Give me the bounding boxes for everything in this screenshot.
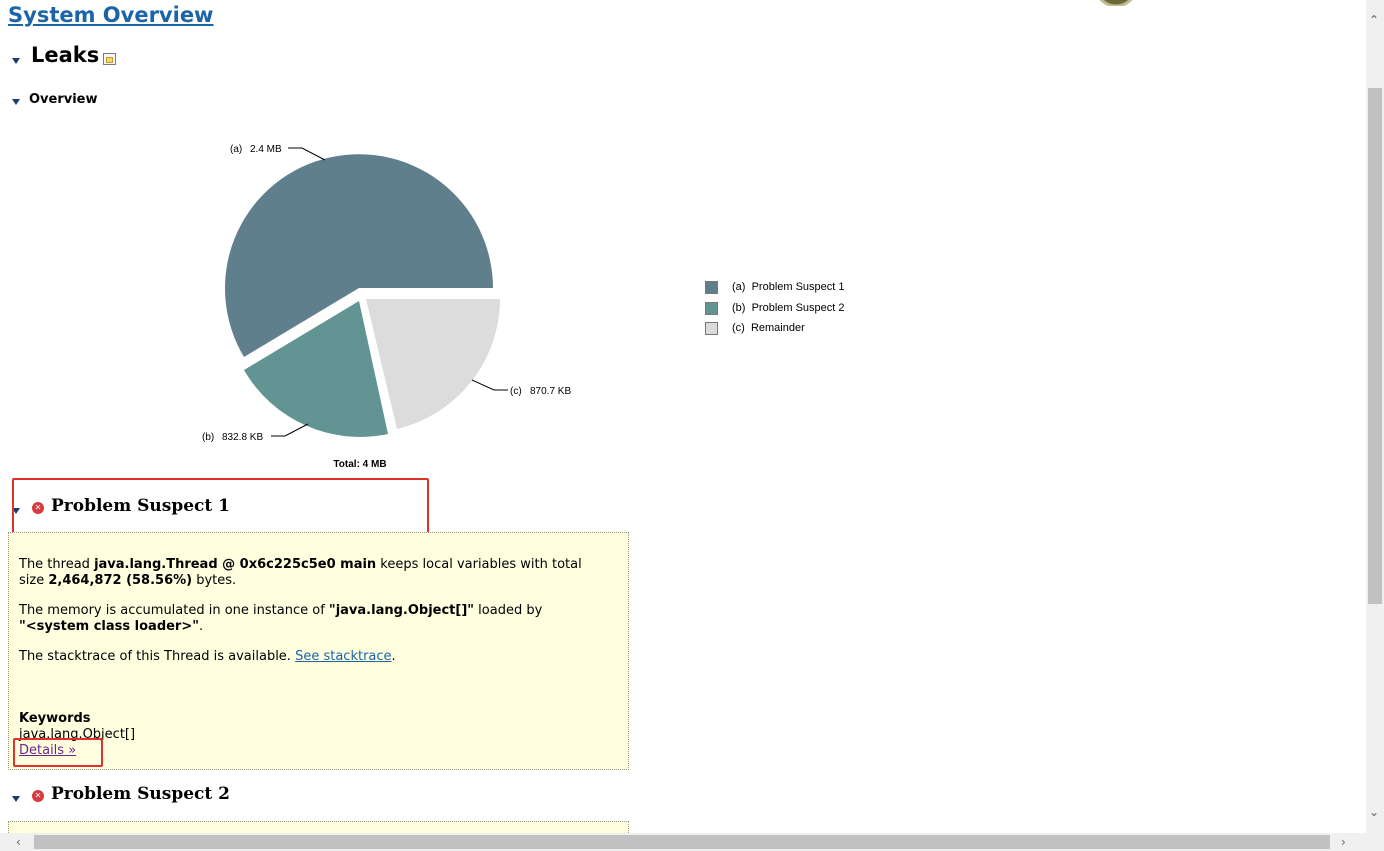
suspect-1-paragraph-stacktrace: The stacktrace of this Thread is availab… [19,649,396,664]
slice-label-b-letter: (b) [202,432,214,443]
page-title-link[interactable]: System Overview [8,3,213,27]
vertical-scrollbar-thumb[interactable] [1368,88,1382,604]
keywords-label: Keywords [19,711,91,726]
report-content: System Overview Leaks Overview (a) 2.4 M… [0,0,1366,833]
overview-heading: Overview [29,92,98,107]
pie-slice-c[interactable] [366,299,500,429]
leaks-heading: Leaks [31,43,100,67]
legend-label: Problem Suspect 2 [751,302,845,314]
suspect-2-panel [8,821,629,833]
scroll-up-icon[interactable]: ⌃ [1369,14,1379,26]
legend-swatch [705,321,718,335]
leader-line-b [271,423,309,437]
pie-chart: (a) 2.4 MB (b) 832.8 KB (c) 870.7 KB Tot… [202,144,571,470]
suspect-2-heading: Problem Suspect 2 [51,784,231,804]
legend-item-b: (b) Problem Suspect 2 [705,301,845,315]
legend-swatch [705,301,718,315]
legend-label: Problem Suspect 1 [751,281,845,293]
class-loader-name: "<system class loader>" [19,619,200,634]
see-stacktrace-link[interactable]: See stacktrace [295,649,391,664]
legend-item-c: (c) Remainder [705,321,805,335]
slice-label-a-letter: (a) [230,144,242,155]
retained-size: 2,464,872 (58.56%) [48,573,193,588]
collapse-toggle-icon[interactable] [12,99,20,105]
app-logo [1099,0,1133,6]
slice-label-b-value: 832.8 KB [222,432,263,443]
horizontal-scrollbar-thumb[interactable] [34,835,1330,849]
scroll-right-icon[interactable]: › [1341,836,1346,848]
pie-total: Total: 4 MB [333,459,386,470]
leader-line-c [471,379,508,391]
legend-label: Remainder [750,322,805,334]
suspect-1-paragraph-thread: The thread java.lang.Thread @ 0x6c225c5e… [19,557,582,588]
legend-letter: (a) [732,281,746,293]
legend-letter: (c) [732,322,745,334]
error-icon: ✕ [32,790,44,802]
legend-item-a: (a) Problem Suspect 1 [705,280,845,294]
class-name: "java.lang.Object[]" [328,603,475,618]
legend-letter: (b) [732,302,746,314]
slice-label-c-letter: (c) [510,386,522,397]
thread-name: java.lang.Thread @ 0x6c225c5e0 main [94,557,377,572]
highlight-box-details [13,738,103,767]
collapse-toggle-icon[interactable] [12,58,20,64]
legend-swatch [705,280,718,294]
slice-label-c-value: 870.7 KB [530,386,571,397]
scroll-down-icon[interactable]: ⌄ [1369,806,1379,818]
leader-line-a [288,147,326,161]
scroll-left-icon[interactable]: ‹ [16,836,21,848]
suspect-1-paragraph-memory: The memory is accumulated in one instanc… [19,603,543,634]
report-icon[interactable] [103,53,116,65]
collapse-toggle-icon[interactable] [12,796,20,802]
slice-label-a-value: 2.4 MB [250,144,282,155]
